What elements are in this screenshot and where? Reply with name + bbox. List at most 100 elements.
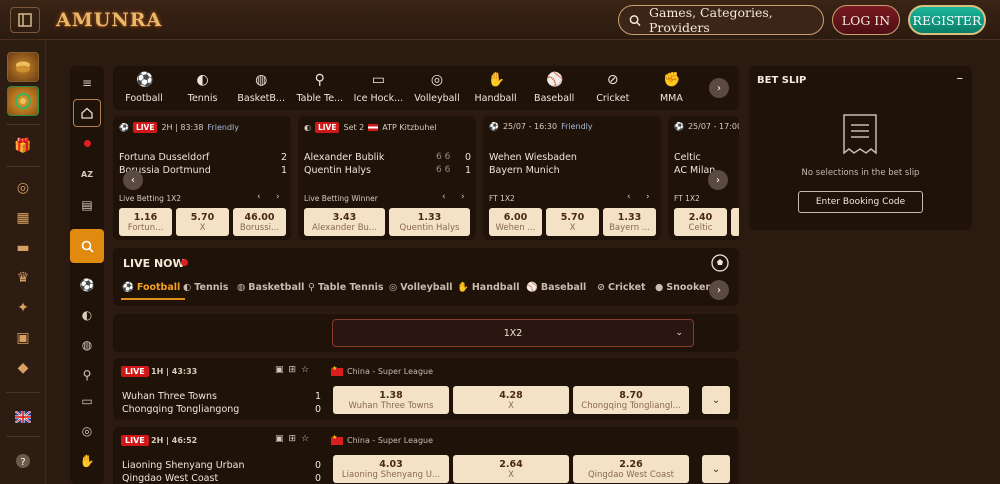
more-markets-button[interactable]: ⌄ <box>702 386 730 414</box>
market-next-button[interactable]: › <box>461 192 465 202</box>
register-button[interactable]: REGISTER <box>908 5 986 35</box>
rail-dice[interactable]: ✦ <box>0 298 46 318</box>
live-tab[interactable]: ⚾ Baseball <box>526 282 586 293</box>
snav-volleyball[interactable]: ◎ <box>70 416 104 446</box>
odd-button[interactable]: 1.33 Quentin Halys <box>389 208 470 236</box>
rail-casino-promo[interactable] <box>7 52 39 82</box>
market-prev-button[interactable]: ‹ <box>442 192 446 202</box>
rail-medal[interactable]: ◎ <box>0 178 46 198</box>
odd-button[interactable]: 5.70 X <box>176 208 229 236</box>
sport-tab-mma[interactable]: ✊ MMA <box>642 66 700 110</box>
live-tab[interactable]: ⊘ Cricket <box>597 282 646 293</box>
enter-booking-code-button[interactable]: Enter Booking Code <box>798 191 923 213</box>
snav-menu[interactable]: ≡ <box>70 68 104 98</box>
rail-sports-promo[interactable] <box>7 86 39 116</box>
snav-basketball[interactable]: ◍ <box>70 330 104 360</box>
language-selector[interactable] <box>0 406 46 428</box>
snav-tennis[interactable]: ◐ <box>70 300 104 330</box>
cards-next-button[interactable]: › <box>708 170 728 190</box>
login-button[interactable]: LOG IN <box>832 5 900 35</box>
more-markets-button[interactable]: ⌄ <box>702 455 730 483</box>
odd-label: Quentin Halys <box>399 222 460 233</box>
rail-cards[interactable]: ▦ <box>0 208 46 228</box>
sport-tab-ice-hockey[interactable]: ▭ Ice Hock... <box>349 66 407 110</box>
market-next-button[interactable]: › <box>646 192 650 202</box>
odd-button[interactable] <box>731 208 739 236</box>
live-tab[interactable]: ◍ Basketball <box>237 282 304 293</box>
market-next-button[interactable]: › <box>276 192 280 202</box>
odd-button[interactable]: 2.40 Celtic <box>674 208 727 236</box>
odd-button[interactable]: 4.28 X <box>453 386 569 414</box>
sport-tab-label: Cricket <box>596 93 630 104</box>
live-tab[interactable]: ⚲ Table Tennis <box>308 282 384 293</box>
snav-ice-hockey[interactable]: ▭ <box>70 386 104 416</box>
odd-button[interactable]: 46.00 Borussi... <box>233 208 286 236</box>
sport-tab-baseball[interactable]: ⚾ Baseball <box>525 66 583 110</box>
sport-tab-cricket[interactable]: ⊘ Cricket <box>584 66 642 110</box>
lineup-icon[interactable]: ⊞ <box>289 434 297 444</box>
snav-home[interactable] <box>73 99 101 127</box>
odd-button[interactable]: 1.16 Fortun... <box>119 208 172 236</box>
snav-az[interactable]: AZ <box>70 159 104 189</box>
odd-button[interactable]: 2.26 Qingdao West Coast <box>573 455 689 483</box>
sport-tab-label: Handball <box>474 93 517 104</box>
odd-button[interactable]: 3.43 Alexander Bu... <box>304 208 385 236</box>
match-clock: 25/07 - 17:00 <box>687 122 739 131</box>
market-select[interactable]: 1X2 ⌄ <box>332 319 694 347</box>
event-row[interactable]: LIVE1H | 43:33 ▣ ⊞ ☆ China - Super League Wuh… <box>113 358 739 420</box>
match-card[interactable]: ⚽ 25/07 - 17:00 Celtic AC Milan › FT 1X2… <box>668 116 739 240</box>
sport-tab-football[interactable]: ⚽ Football <box>115 66 173 110</box>
stats-icon[interactable]: ▣ <box>275 434 284 444</box>
odd-button[interactable]: 4.03 Liaoning Shenyang U... <box>333 455 449 483</box>
live-tab[interactable]: ✋ Handball <box>457 282 520 293</box>
sports-tabs-next-button[interactable]: › <box>709 78 729 98</box>
cards-prev-button[interactable]: ‹ <box>123 170 143 190</box>
volleyball-icon: ◎ <box>430 72 444 88</box>
market-prev-button[interactable]: ‹ <box>627 192 631 202</box>
odd-button[interactable]: 2.64 X <box>453 455 569 483</box>
rail-cake[interactable]: ▬ <box>0 238 46 258</box>
rail-trophy[interactable]: ♛ <box>0 268 46 288</box>
favorite-star-icon[interactable]: ☆ <box>301 365 309 375</box>
stats-icon[interactable]: ▣ <box>275 365 284 375</box>
odd-button[interactable]: 6.00 Wehen ... <box>489 208 542 236</box>
search-bar[interactable]: Games, Categories, Providers <box>618 5 824 35</box>
snav-search[interactable] <box>70 229 104 263</box>
live-tabs-next-button[interactable]: › <box>709 280 729 300</box>
minimize-button[interactable]: – <box>957 71 964 86</box>
favorite-star-icon[interactable]: ☆ <box>301 434 309 444</box>
football-icon[interactable] <box>711 254 729 272</box>
live-tab[interactable]: ◐ Tennis <box>183 282 228 293</box>
rail-bag[interactable]: ▣ <box>0 328 46 348</box>
live-tab[interactable]: ◎ Volleyball <box>389 282 453 293</box>
rail-divider <box>6 436 40 437</box>
snav-football[interactable]: ⚽ <box>70 270 104 300</box>
sport-tab-volleyball[interactable]: ◎ Volleyball <box>408 66 466 110</box>
menu-toggle-button[interactable] <box>10 7 40 33</box>
snav-handball[interactable]: ✋ <box>70 446 104 476</box>
market-prev-button[interactable]: ‹ <box>257 192 261 202</box>
match-card[interactable]: ⚽ LIVE 2H | 83:38 Friendly Fortuna Dusse… <box>113 116 291 240</box>
help-button[interactable]: ? <box>0 450 46 472</box>
sport-tab-table-tennis[interactable]: ⚲ Table Te... <box>291 66 349 110</box>
live-tab[interactable]: ⚽ Football <box>122 282 180 293</box>
snav-calendar[interactable]: ▤ <box>70 190 104 220</box>
odd-button[interactable]: 1.33 Bayern ... <box>603 208 656 236</box>
rail-gem[interactable]: ◆ <box>0 358 46 378</box>
event-row[interactable]: LIVE2H | 46:52 ▣ ⊞ ☆ China - Super League Lia… <box>113 427 739 484</box>
live-tab-label: Basketball <box>248 282 305 293</box>
match-card[interactable]: ◐ LIVE Set 2 ATP Kitzbuhel Alexander Bub… <box>298 116 476 240</box>
match-card[interactable]: ⚽ 25/07 - 16:30 Friendly Wehen Wiesbaden… <box>483 116 661 240</box>
odd-button[interactable]: 1.38 Wuhan Three Towns <box>333 386 449 414</box>
market-panel: 1X2 ⌄ <box>113 314 739 352</box>
uk-flag-icon <box>15 411 31 423</box>
rail-gift[interactable]: 🎁 <box>0 136 46 156</box>
amunra-logo[interactable]: AMUNRA <box>56 7 162 33</box>
odd-button[interactable]: 8.70 Chongqing Tongliangl... <box>573 386 689 414</box>
sport-tab-basketball[interactable]: ◍ BasketB... <box>232 66 290 110</box>
lineup-icon[interactable]: ⊞ <box>289 365 297 375</box>
sport-tab-tennis[interactable]: ◐ Tennis <box>174 66 232 110</box>
snav-live[interactable] <box>70 128 104 158</box>
odd-button[interactable]: 5.70 X <box>546 208 599 236</box>
sport-tab-handball[interactable]: ✋ Handball <box>467 66 525 110</box>
